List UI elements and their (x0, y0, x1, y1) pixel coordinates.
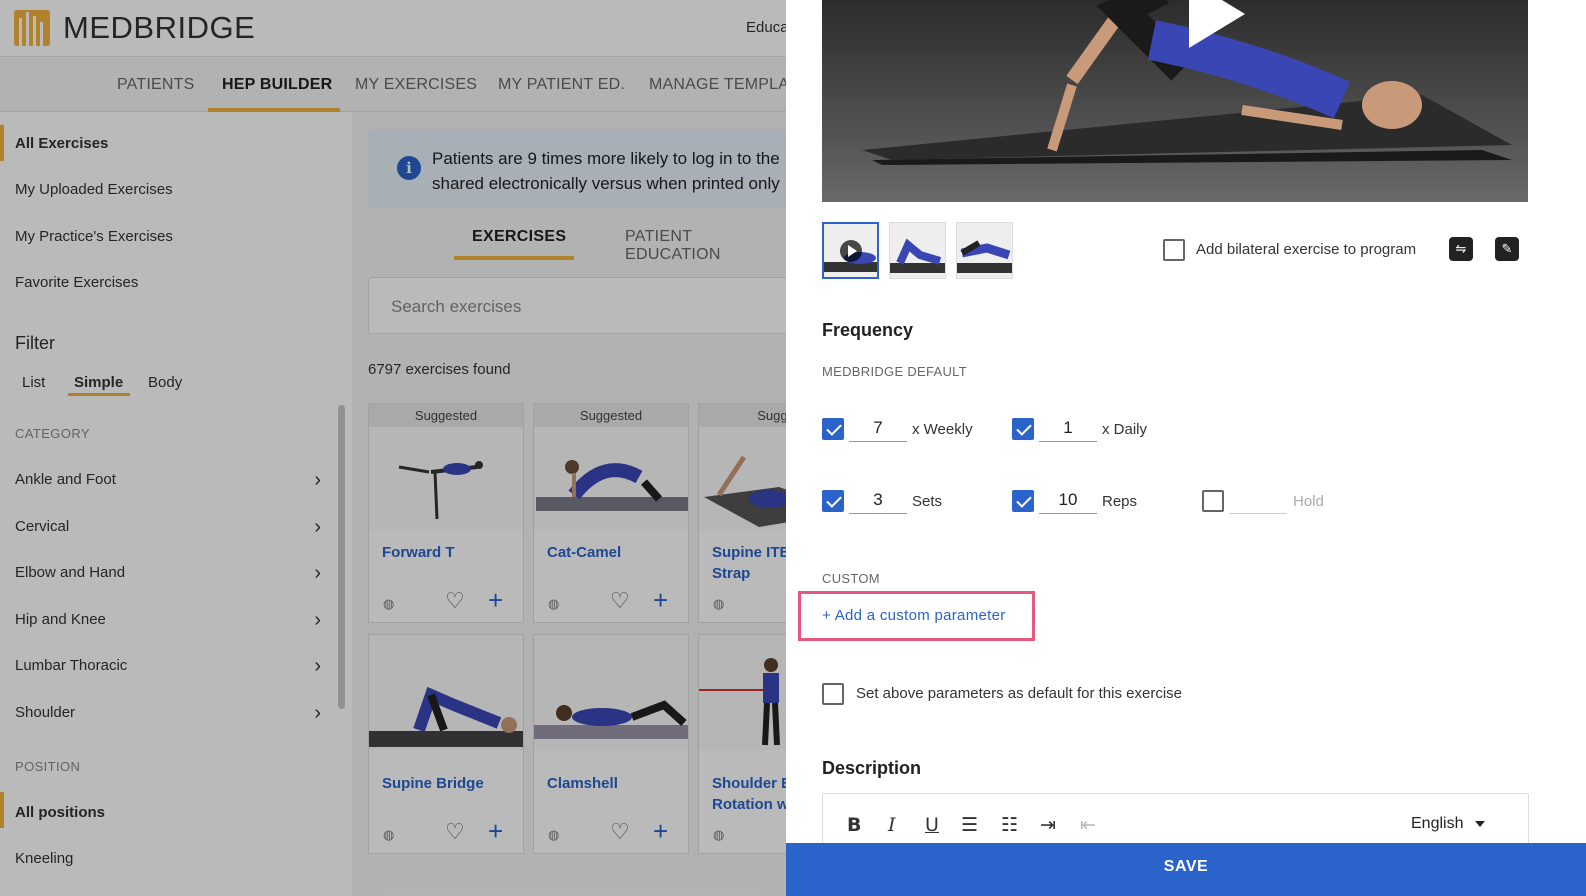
reps-input[interactable]: 10 (1039, 488, 1097, 514)
numbered-list-icon[interactable]: ☰ (961, 814, 978, 836)
sets-input[interactable]: 3 (849, 488, 907, 514)
play-icon[interactable] (1189, 0, 1245, 48)
frequency-heading: Frequency (822, 320, 914, 340)
hold-input[interactable] (1229, 488, 1287, 514)
reps-checkbox[interactable] (1012, 490, 1034, 512)
sets-label: Sets (912, 493, 943, 510)
language-select[interactable]: English (1411, 815, 1463, 833)
bold-button[interactable]: B (847, 814, 861, 836)
save-button[interactable]: SAVE (786, 843, 1586, 896)
weekly-input[interactable]: 7 (849, 416, 907, 442)
hold-checkbox[interactable] (1202, 490, 1224, 512)
mirror-image-icon[interactable]: ⇋ (1449, 237, 1473, 261)
bullet-list-icon[interactable]: ☷ (1001, 814, 1018, 836)
medbridge-default-label: MEDBRIDGE DEFAULT (822, 364, 967, 379)
media-thumbnail-image-1[interactable] (889, 222, 946, 279)
sets-checkbox[interactable] (822, 490, 844, 512)
indent-icon[interactable]: ⇥ (1040, 814, 1056, 836)
italic-button[interactable]: I (888, 814, 896, 836)
add-custom-parameter-link[interactable]: + Add a custom parameter (822, 607, 1006, 624)
modal-backdrop[interactable] (0, 0, 786, 896)
save-label: SAVE (1163, 858, 1209, 875)
edit-icon[interactable]: ✎ (1495, 237, 1519, 261)
description-heading: Description (822, 758, 922, 778)
outdent-icon[interactable]: ⇤ (1080, 814, 1096, 836)
bilateral-label: Add bilateral exercise to program (1196, 241, 1417, 258)
media-thumbnail-video[interactable] (822, 222, 879, 279)
media-thumbnail-image-2[interactable] (956, 222, 1013, 279)
custom-label: CUSTOM (822, 571, 880, 586)
caret-down-icon[interactable] (1475, 821, 1485, 827)
reps-label: Reps (1102, 493, 1138, 510)
daily-label: x Daily (1102, 421, 1148, 438)
weekly-label: x Weekly (912, 421, 973, 438)
daily-checkbox[interactable] (1012, 418, 1034, 440)
hold-label: Hold (1293, 493, 1324, 510)
play-icon (840, 240, 862, 262)
daily-input[interactable]: 1 (1039, 416, 1097, 442)
exercise-video[interactable] (822, 0, 1528, 202)
underline-button[interactable]: U (925, 814, 939, 836)
set-default-label: Set above parameters as default for this… (856, 685, 1183, 702)
set-default-checkbox[interactable] (822, 683, 844, 705)
weekly-checkbox[interactable] (822, 418, 844, 440)
exercise-detail-panel: Add bilateral exercise to program ⇋ ✎ Fr… (786, 0, 1586, 896)
bilateral-checkbox[interactable] (1163, 239, 1185, 261)
